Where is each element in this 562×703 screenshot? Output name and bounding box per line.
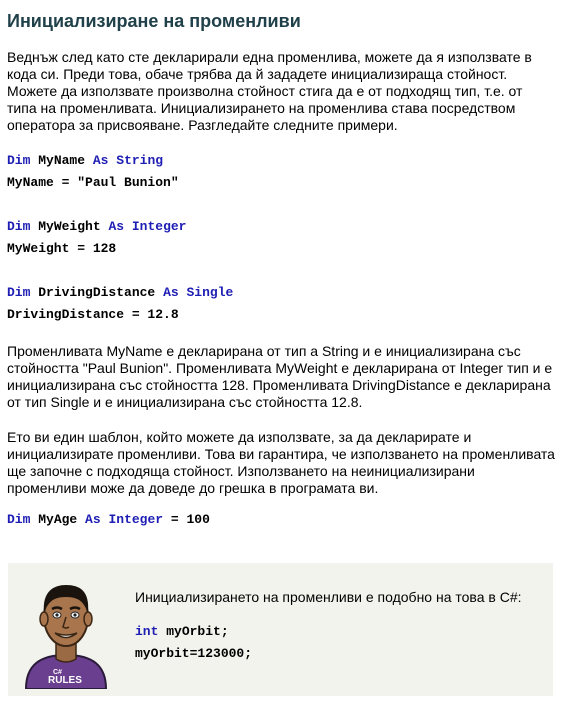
code-example-1: Dim MyName As String MyName = "Paul Buni… (7, 150, 179, 194)
intro-paragraph: Веднъж след като сте декларирали една пр… (7, 49, 532, 133)
code-type: String (116, 153, 164, 168)
callout-code: int myOrbit; myOrbit=123000; (135, 621, 252, 665)
code-template: Dim MyAge As Integer = 100 (7, 509, 210, 531)
code-assignment: MyName = "Paul Bunion" (7, 175, 179, 190)
code-example-3: Dim DrivingDistance As Single DrivingDis… (7, 282, 233, 326)
code-declaration: myOrbit; (166, 624, 229, 639)
code-assignment: myOrbit=123000; (135, 646, 253, 661)
code-keyword: Dim (7, 153, 31, 168)
article: Инициализиране на променливи Веднъж след… (0, 0, 562, 703)
code-keyword: int (135, 624, 159, 639)
code-identifier: DrivingDistance (38, 285, 156, 300)
code-keyword: As (108, 219, 125, 234)
code-keyword: Dim (7, 512, 31, 527)
code-keyword: As (85, 512, 101, 527)
code-type: Single (186, 285, 234, 300)
code-assignment: DrivingDistance = 12.8 (7, 307, 179, 322)
code-assignment: MyWeight = 128 (7, 241, 117, 256)
code-keyword: Dim (7, 219, 31, 234)
code-type: Integer (108, 512, 164, 527)
code-assignment: = 100 (170, 512, 210, 527)
csharp-note-callout: C# RULES Инициализирането на променливи … (8, 563, 553, 696)
code-type: Integer (131, 219, 187, 234)
page-title: Инициализиране на променливи (7, 11, 301, 31)
code-identifier: MyWeight (38, 219, 101, 234)
shirt-text: RULES (48, 675, 82, 686)
code-identifier: MyAge (38, 512, 78, 527)
explanation-paragraph: Променливата MyName е декларирана от тип… (7, 343, 553, 410)
code-keyword: As (163, 285, 179, 300)
code-keyword: Dim (7, 285, 31, 300)
callout-text: Инициализирането на променливи е подобно… (135, 589, 522, 605)
code-keyword: As (92, 153, 109, 168)
code-example-2: Dim MyWeight As Integer MyWeight = 128 (7, 216, 186, 260)
template-paragraph: Ето ви един шаблон, който можете да изпо… (7, 429, 555, 496)
code-identifier: MyName (38, 153, 86, 168)
developer-avatar-icon: C# RULES (24, 585, 108, 689)
